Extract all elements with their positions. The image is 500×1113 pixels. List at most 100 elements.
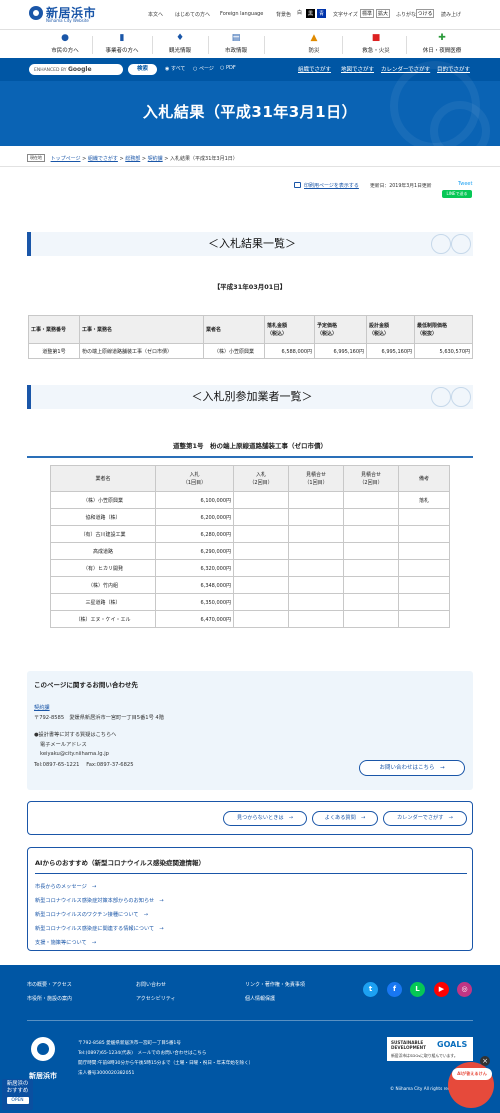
table-cell	[398, 508, 450, 526]
table-cell: 協和道路（株）	[50, 508, 156, 526]
skip-to-content-link[interactable]: 本文へ	[148, 11, 163, 18]
bg-white-button[interactable]: 白	[295, 9, 304, 18]
helper-links-box: 見つからないときは → よくある質問 → カレンダーでさがす →	[27, 801, 473, 835]
nav-citizens[interactable]: ● 市民の方へ	[40, 30, 90, 59]
scope-page-radio[interactable]: ○ ページ	[193, 65, 214, 72]
tweet-button[interactable]: Tweet	[458, 181, 472, 187]
search-by-organization-link[interactable]: 組織でさがす	[298, 65, 331, 73]
nav-business[interactable]: ▮ 事業者の方へ	[94, 30, 150, 59]
map-pin-icon: ♦	[175, 33, 185, 43]
text-size-large-button[interactable]: 拡大	[376, 9, 390, 18]
footer-tel[interactable]: Tel:(0897)65-1234(代表) メールでのお問い合わせはこちら	[78, 1050, 206, 1056]
table-row: 道整第1号 枌の端上原線道路舗装工事（ゼロ市債） （株）小笠原興業 6,588,…	[28, 343, 473, 359]
read-aloud-link[interactable]: 読み上げ	[441, 11, 461, 18]
table-cell	[233, 610, 289, 628]
table-cell	[343, 593, 399, 611]
nav-tourism[interactable]: ♦ 観光情報	[155, 30, 205, 59]
ambulance-icon: ■	[371, 33, 381, 43]
city-seal-icon	[31, 1037, 55, 1061]
table-cell: （有）古川建設工業	[50, 525, 156, 543]
footer-link-facilities[interactable]: 市役所・施設の案内	[27, 995, 72, 1002]
bid-date: 【平成31年03月01日】	[213, 283, 287, 291]
footer-link-copyright[interactable]: リンク・著作権・免責事項	[245, 981, 305, 988]
print-page-link[interactable]: 印刷用ページを表示する	[304, 182, 359, 189]
table-cell: 6,100,000円	[155, 491, 234, 509]
table-row: （株）エヌ・ケイ・エル 6,470,000円	[50, 610, 450, 628]
city-logo-icon[interactable]	[29, 6, 43, 20]
table-cell: 6,200,000円	[155, 508, 234, 526]
footer-link-overview[interactable]: 市の概要・アクセス	[27, 981, 72, 988]
section-heading-participants: ＜入札別参加業者一覧＞	[27, 385, 473, 409]
updated-date: 更新日：2019年3月1日更新	[370, 184, 432, 189]
ai-link-related-info[interactable]: 新型コロナウイルス感染症に関連する情報について →	[35, 925, 164, 932]
table-cell	[233, 576, 289, 594]
footer-link-privacy[interactable]: 個人情報保護	[245, 995, 275, 1002]
nav-holiday-medical[interactable]: ✚ 休日・夜間医療	[415, 30, 469, 59]
calendar-search-button[interactable]: カレンダーでさがす →	[383, 811, 467, 826]
breadcrumb-top[interactable]: トップページ	[51, 156, 81, 162]
open-button[interactable]: OPEN	[6, 1097, 29, 1104]
results-table: 工事・業務番号 工事・業務名 業者名 落札金額 （税込） 予定価格 （税込） 設…	[28, 315, 473, 359]
breadcrumb-organization[interactable]: 組織でさがす	[88, 156, 118, 162]
table-cell	[288, 508, 344, 526]
twitter-icon[interactable]: t	[363, 982, 378, 997]
table-cell	[233, 525, 289, 543]
contact-email[interactable]: keiyaku@city.niihama.lg.jp	[40, 751, 109, 757]
line-share-button[interactable]: LINEで送る	[442, 190, 472, 198]
ai-chat-mascot[interactable]: AIが答えるけん	[448, 1062, 494, 1108]
site-footer: 市の概要・アクセス お問い合わせ リンク・著作権・免責事項 市役所・施設の案内 …	[0, 965, 500, 1113]
breadcrumb-general-affairs[interactable]: 総務部	[125, 156, 140, 162]
search-button[interactable]: 検索	[128, 64, 157, 75]
ai-link-mayor-message[interactable]: 市長からのメッセージ →	[35, 883, 96, 890]
medical-bag-icon: ✚	[438, 33, 446, 43]
bg-blue-button[interactable]: 青	[317, 9, 326, 18]
footer-link-accessibility[interactable]: アクセシビリティ	[136, 995, 175, 1002]
contact-form-button[interactable]: お問い合わせはこちら →	[359, 760, 465, 776]
contact-email-label: 電子メールアドレス	[40, 742, 87, 748]
breadcrumb: 現在地 トップページ > 組織でさがす > 総務部 > 契約課 > 入札結果（平…	[27, 154, 238, 162]
facebook-icon[interactable]: f	[387, 982, 402, 997]
bg-black-button[interactable]: 黒	[306, 9, 315, 18]
search-input[interactable]: ENHANCED BY Google	[29, 64, 123, 75]
line-icon[interactable]: L	[410, 982, 425, 997]
section-heading-results: ＜入札結果一覧＞	[27, 232, 473, 256]
contact-heading: このページに関するお問い合わせ先	[34, 681, 138, 689]
table-cell	[343, 542, 399, 560]
nav-disaster-prevention[interactable]: ▲ 防災	[289, 30, 339, 59]
global-nav: ● 市民の方へ ▮ 事業者の方へ ♦ 観光情報 ▤ 市政情報 ▲ 防災 ■ 救急・火災 ✚ 休…	[0, 29, 500, 58]
instagram-icon[interactable]: ◎	[457, 982, 472, 997]
faq-button[interactable]: よくある質問 →	[312, 811, 378, 826]
contact-dept-link[interactable]: 契約課	[34, 704, 50, 711]
table-cell	[233, 508, 289, 526]
page-title: 入札結果（平成31年3月1日）	[142, 103, 358, 121]
scope-all-radio[interactable]: ◉ すべて	[165, 65, 185, 72]
table-cell	[398, 542, 450, 560]
scope-pdf-radio[interactable]: ○ PDF	[220, 65, 236, 71]
close-icon[interactable]: ×	[480, 1056, 490, 1066]
ai-link-task-force[interactable]: 新型コロナウイルス感染症対策本部からのお知らせ →	[35, 897, 164, 904]
footer-link-contact[interactable]: お問い合わせ	[136, 981, 166, 988]
table-cell	[288, 525, 344, 543]
breadcrumb-current: 入札結果（平成31年3月1日）	[170, 156, 238, 162]
furigana-button[interactable]: つける	[416, 9, 434, 18]
nav-emergency[interactable]: ■ 救急・火災	[351, 30, 401, 59]
text-size-standard-button[interactable]: 標準	[360, 9, 374, 18]
table-row: （有）ヒカリ開発 6,320,000円	[50, 559, 450, 577]
building-icon: ▮	[119, 33, 125, 43]
search-by-map-link[interactable]: 地図でさがす	[341, 65, 374, 73]
not-found-button[interactable]: 見つからないときは →	[223, 811, 307, 826]
breadcrumb-contracts[interactable]: 契約課	[148, 156, 163, 162]
table-cell	[233, 559, 289, 577]
footer-city-name: 新居浜市	[29, 1072, 57, 1080]
youtube-icon[interactable]: ▶	[434, 982, 449, 997]
foreign-language-link[interactable]: Foreign language	[220, 11, 263, 17]
nav-city-government[interactable]: ▤ 市政情報	[211, 30, 261, 59]
first-time-link[interactable]: はじめての方へ	[175, 11, 210, 18]
recommend-widget[interactable]: 新居浜の おすすめ OPEN	[2, 1079, 33, 1110]
ai-link-support[interactable]: 支援・施策等について →	[35, 939, 96, 946]
ai-link-vaccination[interactable]: 新型コロナウイルスのワクチン接種について →	[35, 911, 148, 918]
table-cell	[398, 610, 450, 628]
text-size-label: 文字サイズ	[333, 12, 358, 18]
table-cell	[343, 491, 399, 509]
table-cell: （株）竹内組	[50, 576, 156, 594]
